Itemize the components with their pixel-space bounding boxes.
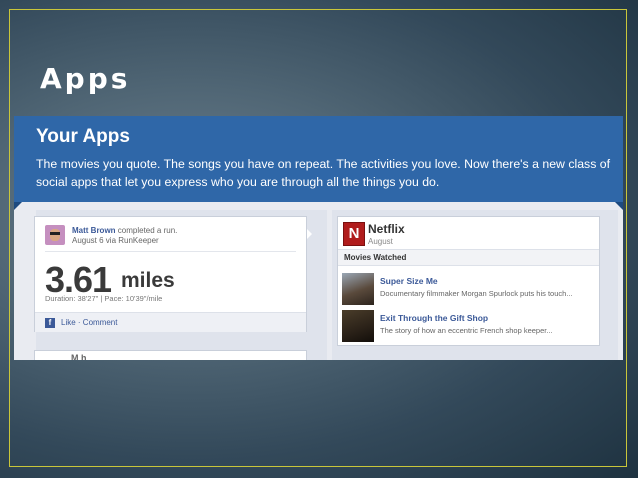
movie-description: The story of how an eccentric French sho… bbox=[380, 326, 553, 335]
next-post-partial: M h bbox=[34, 350, 307, 360]
slide: Apps Your Apps The movies you quote. The… bbox=[0, 0, 638, 478]
banner-fold-left bbox=[14, 202, 22, 210]
section-label: Movies Watched bbox=[344, 253, 407, 262]
movie-title-link[interactable]: Exit Through the Gift Shop bbox=[380, 313, 488, 323]
banner-description: The movies you quote. The songs you have… bbox=[36, 157, 611, 189]
movie-description: Documentary filmmaker Morgan Spurlock pu… bbox=[380, 289, 573, 298]
facebook-screenshot: Your Apps The movies you quote. The song… bbox=[14, 116, 623, 360]
post-meta: August 6 via RunKeeper bbox=[72, 236, 159, 245]
run-stats: Duration: 38'27" | Pace: 10'39"/mile bbox=[45, 294, 163, 303]
user-name-link[interactable]: Matt Brown bbox=[72, 226, 116, 235]
avatar-face bbox=[50, 229, 60, 241]
apps-banner: Your Apps The movies you quote. The song… bbox=[14, 116, 623, 202]
next-post-text: M h bbox=[71, 353, 87, 360]
avatar[interactable] bbox=[45, 225, 65, 245]
distance-unit: miles bbox=[121, 269, 175, 292]
facebook-icon: f bbox=[45, 318, 55, 328]
divider bbox=[45, 251, 296, 252]
netflix-card: N Netflix August Movies Watched Super Si… bbox=[337, 216, 600, 346]
banner-title: Your Apps bbox=[36, 126, 130, 147]
post-actions-bar: f Like · Comment bbox=[35, 312, 306, 332]
netflix-title[interactable]: Netflix bbox=[368, 222, 405, 236]
section-header: Movies Watched bbox=[338, 249, 599, 266]
like-comment-link[interactable]: Like · Comment bbox=[61, 318, 117, 327]
netflix-month: August bbox=[368, 237, 393, 246]
post-header: Matt Brown completed a run. August 6 via… bbox=[72, 226, 177, 246]
netflix-logo-icon[interactable]: N bbox=[343, 222, 365, 246]
runkeeper-post: Matt Brown completed a run. August 6 via… bbox=[34, 216, 307, 332]
post-action: completed a run. bbox=[117, 226, 178, 235]
banner-fold-right bbox=[615, 202, 623, 210]
movie-thumbnail[interactable] bbox=[342, 310, 374, 342]
slide-title: Apps bbox=[40, 62, 131, 95]
timeline-pointer bbox=[307, 229, 312, 239]
movie-thumbnail[interactable] bbox=[342, 273, 374, 305]
movie-title-link[interactable]: Super Size Me bbox=[380, 276, 438, 286]
sunglasses-icon bbox=[50, 232, 60, 235]
